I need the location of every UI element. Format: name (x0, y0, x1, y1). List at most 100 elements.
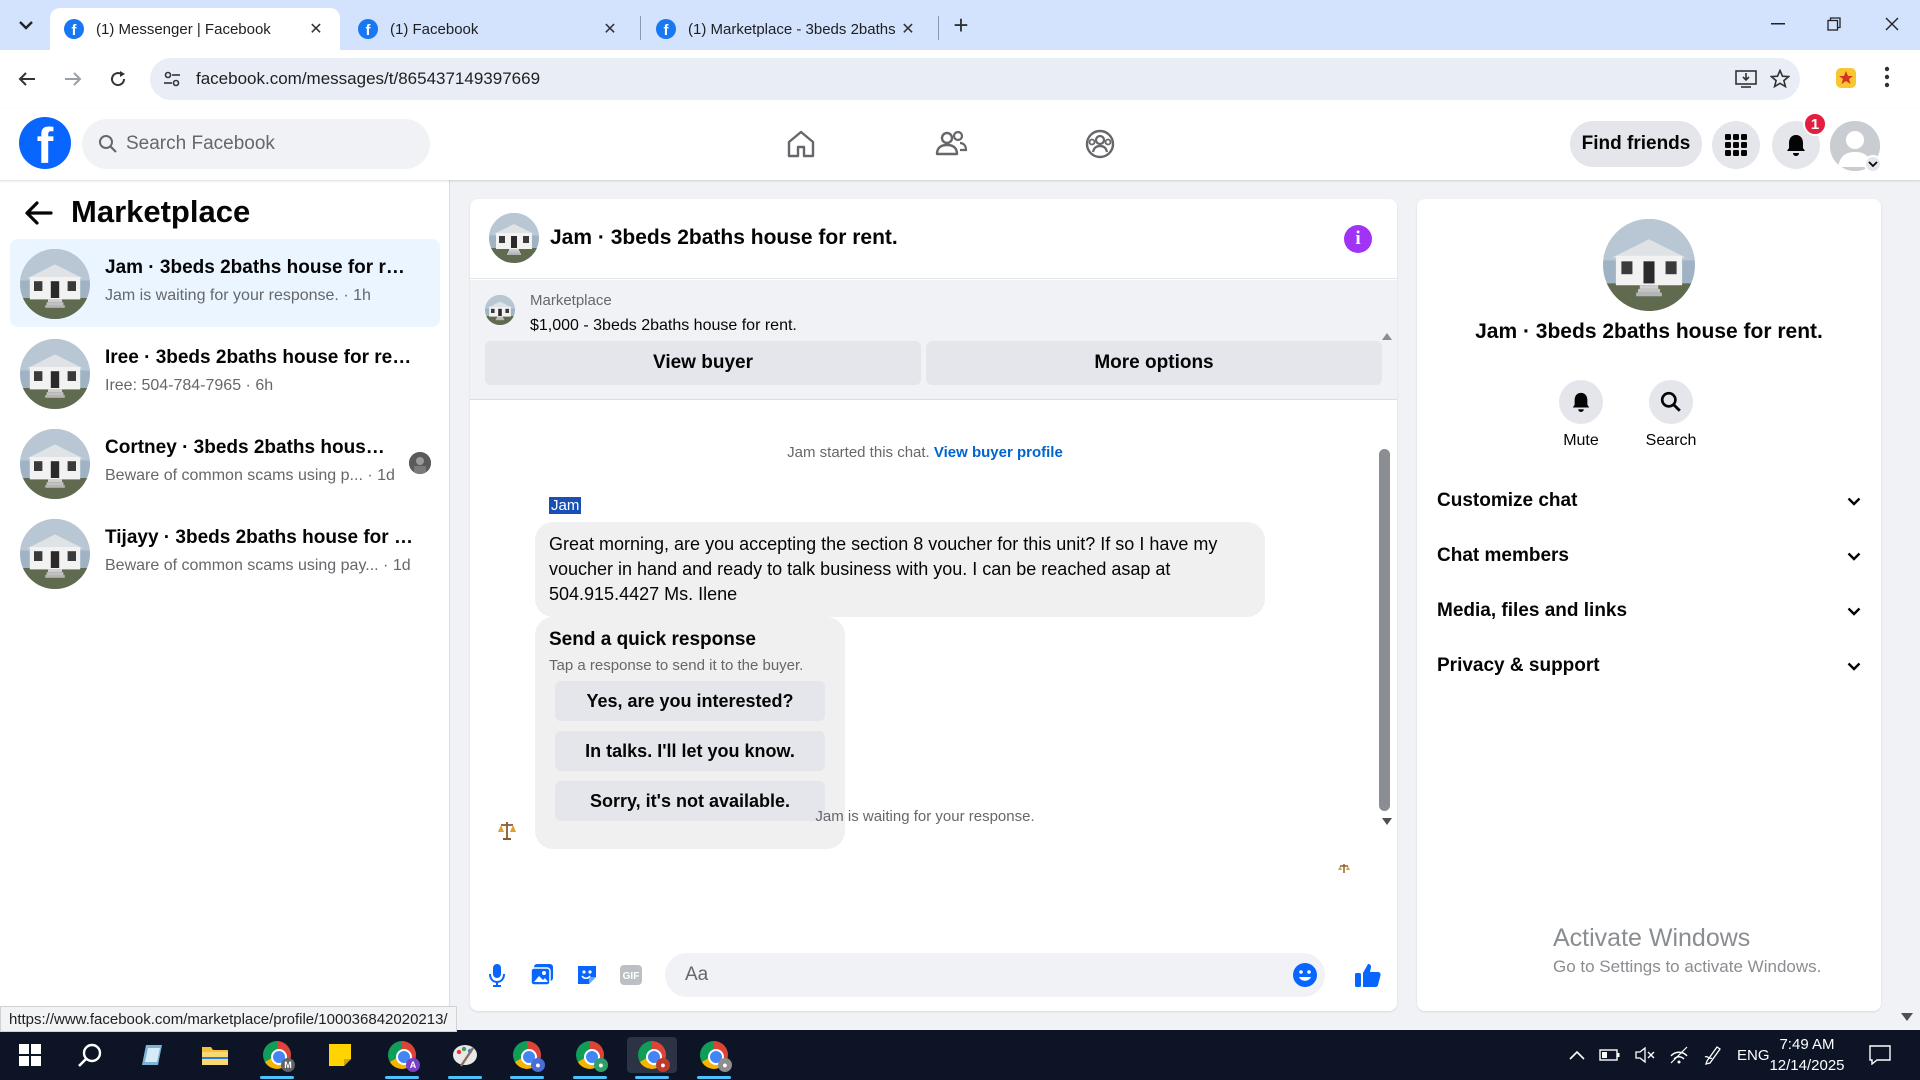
conversation-item-cortney[interactable]: Cortney · 3beds 2baths house for rent. B… (10, 419, 440, 507)
tab-marketplace[interactable]: f (1) Marketplace - 3beds 2baths ✕ (642, 8, 932, 50)
chevron-down-icon (1847, 552, 1861, 561)
listing-title[interactable]: $1,000 - 3beds 2baths house for rent. (530, 317, 797, 335)
customize-chat-row[interactable]: Customize chat (1437, 481, 1861, 521)
chevron-down-icon (1847, 607, 1861, 616)
tab-search-button[interactable] (10, 10, 42, 40)
chat-title[interactable]: Jam · 3beds 2baths house for rent. (550, 226, 898, 250)
groups-nav-button[interactable] (1078, 122, 1122, 166)
battery-icon[interactable] (1599, 1048, 1621, 1062)
find-friends-button[interactable]: Find friends (1570, 121, 1702, 167)
message-placeholder: Aa (685, 964, 709, 985)
menu-button[interactable] (1712, 121, 1760, 169)
speaker-muted-icon[interactable] (1635, 1047, 1655, 1063)
close-icon[interactable]: ✕ (306, 19, 326, 39)
view-buyer-button[interactable]: View buyer (485, 341, 921, 385)
taskbar-clock[interactable]: 7:49 AM 12/14/2025 (1762, 1034, 1852, 1076)
gif-button[interactable]: GIF (616, 960, 646, 990)
forward-button[interactable] (58, 64, 88, 94)
sticker-button[interactable] (572, 960, 602, 990)
new-tab-button[interactable]: + (946, 10, 976, 40)
chat-started-text: Jam started this chat. (787, 444, 930, 461)
taskbar-paint-app[interactable] (440, 1037, 490, 1079)
send-like-button[interactable] (1353, 960, 1383, 990)
conversation-preview: Iree: 504-784-7965 · 6h (105, 377, 274, 394)
voice-clip-button[interactable] (482, 960, 512, 990)
tab-title: (1) Messenger | Facebook (96, 20, 271, 38)
chat-scrollbar-thumb[interactable] (1379, 449, 1390, 811)
chevron-up-icon[interactable] (1569, 1050, 1585, 1060)
minimize-button[interactable] (1750, 0, 1806, 48)
taskbar-chrome-profile-4[interactable]: ● (565, 1037, 615, 1079)
listing-thumbnail (1603, 219, 1695, 311)
mute-action[interactable]: Mute (1536, 380, 1626, 450)
close-icon[interactable]: ✕ (898, 19, 918, 39)
search-action[interactable]: Search (1626, 380, 1716, 450)
taskbar-chrome-profile-6[interactable]: ● (689, 1037, 739, 1079)
reload-button[interactable] (103, 64, 133, 94)
restore-button[interactable] (1806, 0, 1862, 48)
facebook-favicon-icon: f (358, 19, 378, 39)
section-label: Chat members (1437, 545, 1569, 566)
search-conversation-button[interactable] (1649, 380, 1693, 424)
privacy-support-row[interactable]: Privacy & support (1437, 646, 1861, 686)
browser-toolbar: facebook.com/messages/t/865437149397669 (0, 50, 1920, 108)
extension-icon[interactable] (1834, 66, 1858, 90)
facebook-search[interactable]: Search Facebook (82, 119, 430, 169)
watermark-title: Activate Windows (1553, 924, 1751, 952)
mute-button[interactable] (1559, 380, 1603, 424)
quick-response-in-talks[interactable]: In talks. I'll let you know. (555, 731, 825, 771)
taskbar-chrome-profile-5[interactable]: ● (627, 1037, 677, 1079)
install-app-icon[interactable] (1735, 69, 1757, 89)
chat-members-row[interactable]: Chat members (1437, 536, 1861, 576)
close-window-button[interactable] (1864, 0, 1920, 48)
back-button[interactable] (12, 64, 42, 94)
close-icon[interactable]: ✕ (600, 19, 620, 39)
facebook-logo-icon[interactable]: f (19, 117, 71, 169)
chat-scroll-down-icon[interactable] (1380, 814, 1394, 828)
quick-response-title: Send a quick response (549, 629, 756, 650)
page-scroll-down-icon[interactable] (1900, 1012, 1914, 1022)
taskbar-file-explorer[interactable] (190, 1037, 240, 1073)
network-icon[interactable] (1669, 1046, 1689, 1064)
address-bar[interactable]: facebook.com/messages/t/865437149397669 (150, 58, 1800, 100)
start-button[interactable] (5, 1037, 55, 1073)
chat-scroll-up-icon[interactable] (1380, 330, 1394, 344)
info-icon[interactable]: i (1344, 225, 1372, 253)
arrow-left-icon[interactable] (24, 200, 54, 226)
site-settings-icon[interactable] (162, 69, 182, 89)
media-files-links-row[interactable]: Media, files and links (1437, 591, 1861, 631)
message-input[interactable]: Aa (665, 953, 1325, 997)
taskbar-notes-app[interactable] (128, 1037, 178, 1073)
conversation-item-iree[interactable]: Iree · 3beds 2baths house for rent. Iree… (10, 329, 440, 417)
notification-center-button[interactable] (1855, 1037, 1905, 1073)
taskbar-chrome-profile-1[interactable]: M (252, 1037, 302, 1079)
message-composer: GIF Aa (470, 940, 1397, 1011)
minimize-icon (1771, 23, 1785, 25)
listing-thumbnail[interactable] (489, 213, 539, 263)
taskbar-chrome-profile-2[interactable]: A (377, 1037, 427, 1079)
tab-facebook[interactable]: f (1) Facebook ✕ (344, 8, 634, 50)
quick-response-yes[interactable]: Yes, are you interested? (555, 681, 825, 721)
attach-photo-button[interactable] (527, 960, 557, 990)
conversation-item-jam[interactable]: Jam · 3beds 2baths house for rent. Jam i… (10, 239, 440, 327)
view-buyer-profile-link[interactable]: View buyer profile (934, 444, 1063, 461)
conversation-item-tijayy[interactable]: Tijayy · 3beds 2baths house for rent. Be… (10, 509, 440, 597)
url-text[interactable]: facebook.com/messages/t/865437149397669 (196, 69, 540, 89)
tab-messenger[interactable]: f (1) Messenger | Facebook ✕ (50, 8, 340, 50)
friends-nav-button[interactable] (929, 122, 973, 166)
taskbar-search-button[interactable] (65, 1037, 115, 1073)
bookmark-star-icon[interactable] (1770, 69, 1790, 89)
pen-icon[interactable] (1703, 1045, 1723, 1065)
more-options-button[interactable]: More options (926, 341, 1382, 385)
seen-indicator-icon (1336, 861, 1352, 877)
bell-icon (1787, 135, 1805, 156)
home-nav-button[interactable] (779, 122, 823, 166)
emoji-icon[interactable] (1291, 961, 1319, 989)
friends-icon (935, 130, 968, 156)
activate-windows-watermark: Activate Windows Go to Settings to activ… (1553, 924, 1821, 977)
taskbar-chrome-profile-3[interactable]: ● (502, 1037, 552, 1079)
taskbar-sticky-notes[interactable] (315, 1037, 365, 1073)
more-vert-icon[interactable] (1884, 66, 1890, 88)
account-caret[interactable] (1864, 155, 1882, 173)
mute-label: Mute (1563, 432, 1599, 449)
